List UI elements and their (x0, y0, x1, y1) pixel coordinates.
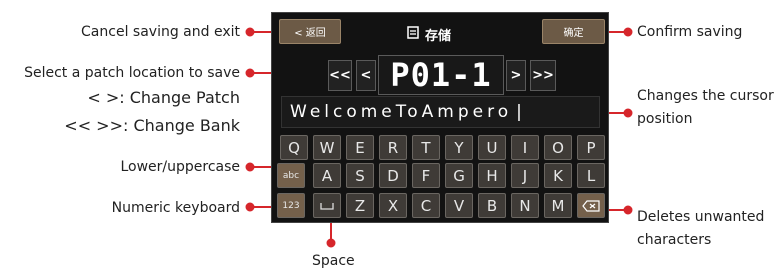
text-cursor: | (516, 102, 526, 122)
name-input[interactable]: WelcomeToAmpero | (281, 96, 600, 128)
key-t[interactable]: T (412, 135, 440, 160)
key-m[interactable]: M (544, 193, 572, 218)
key-l[interactable]: L (577, 163, 605, 188)
patch-prev-button[interactable]: < (356, 60, 376, 91)
callout-change-patch: < >: Change Patch (87, 88, 240, 107)
patch-display: P01-1 (378, 55, 504, 95)
key-f[interactable]: F (412, 163, 440, 188)
confirm-button[interactable]: 确定 (542, 19, 605, 44)
callout-cursor-line1: Changes the cursor (637, 88, 774, 104)
callout-lower-upper: Lower/uppercase (120, 159, 240, 175)
key-u[interactable]: U (478, 135, 506, 160)
key-x[interactable]: X (379, 193, 407, 218)
key-k[interactable]: K (544, 163, 572, 188)
callout-change-bank: << >>: Change Bank (64, 116, 240, 135)
key-s[interactable]: S (346, 163, 374, 188)
key-o[interactable]: O (544, 135, 572, 160)
callout-confirm: Confirm saving (637, 24, 743, 40)
callout-cursor-line2: position (637, 111, 693, 127)
backspace-key[interactable] (577, 193, 605, 218)
key-p[interactable]: P (577, 135, 605, 160)
page-title: 存储 (407, 25, 451, 44)
key-d[interactable]: D (379, 163, 407, 188)
key-q[interactable]: Q (280, 135, 308, 160)
key-n[interactable]: N (511, 193, 539, 218)
callout-delete-line2: characters (637, 232, 712, 248)
callout-space: Space (312, 253, 355, 269)
key-y[interactable]: Y (445, 135, 473, 160)
bank-next-button[interactable]: >> (530, 60, 556, 91)
key-i[interactable]: I (511, 135, 539, 160)
name-input-value: WelcomeToAmpero (290, 102, 513, 122)
save-icon (407, 26, 419, 43)
key-j[interactable]: J (511, 163, 539, 188)
key-w[interactable]: W (313, 135, 341, 160)
key-c[interactable]: C (412, 193, 440, 218)
backspace-icon (582, 199, 600, 212)
key-r[interactable]: R (379, 135, 407, 160)
key-g[interactable]: G (445, 163, 473, 188)
key-a[interactable]: A (313, 163, 341, 188)
key-h[interactable]: H (478, 163, 506, 188)
callout-cancel: Cancel saving and exit (81, 24, 240, 40)
space-key[interactable] (313, 193, 341, 218)
key-v[interactable]: V (445, 193, 473, 218)
device-screen: < 返回 存储 确定 << < P01-1 > >> WelcomeToAmpe… (271, 12, 609, 223)
numeric-keyboard-key[interactable]: 123 (277, 193, 305, 218)
callout-delete-line1: Deletes unwanted (637, 209, 765, 225)
bank-prev-button[interactable]: << (328, 60, 352, 91)
back-button[interactable]: < 返回 (279, 19, 341, 44)
key-z[interactable]: Z (346, 193, 374, 218)
key-e[interactable]: E (346, 135, 374, 160)
callout-numeric: Numeric keyboard (111, 200, 240, 216)
patch-next-button[interactable]: > (506, 60, 526, 91)
space-icon (320, 202, 334, 210)
callout-select-location: Select a patch location to save (24, 65, 240, 81)
key-b[interactable]: B (478, 193, 506, 218)
case-toggle-key[interactable]: abc (277, 163, 305, 188)
page-title-text: 存储 (425, 29, 452, 44)
